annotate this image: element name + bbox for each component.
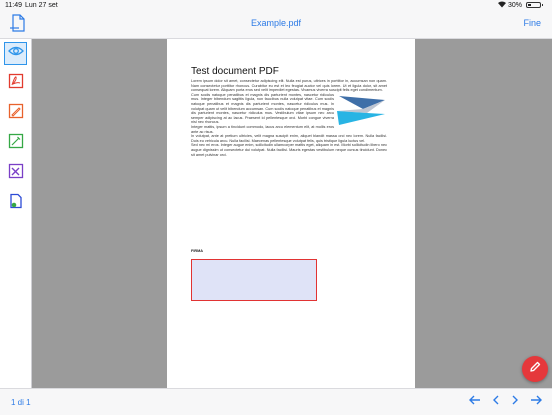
pdf-icon bbox=[8, 73, 24, 94]
pen-icon bbox=[8, 133, 24, 154]
document-heading: Test document PDF bbox=[191, 66, 279, 77]
first-page-button[interactable] bbox=[467, 393, 483, 409]
previous-page-button[interactable] bbox=[488, 393, 504, 409]
pdf-page[interactable]: Test document PDF Lorem ipsum dolor sit … bbox=[167, 39, 415, 388]
edit-fab-button[interactable] bbox=[522, 356, 548, 382]
paragraph: Lorem ipsum dolor sit amet, consectetur … bbox=[191, 79, 387, 93]
arrow-last-icon bbox=[531, 395, 542, 405]
document-title: Example.pdf bbox=[250, 18, 302, 28]
tool-sidebar bbox=[0, 39, 32, 388]
eye-icon bbox=[7, 43, 24, 64]
chevron-left-icon bbox=[493, 395, 499, 405]
page-indicator: 1 di 1 bbox=[11, 398, 31, 407]
document-body: Lorem ipsum dolor sit amet, consectetur … bbox=[191, 79, 387, 157]
next-page-button[interactable] bbox=[507, 393, 523, 409]
edit-tool-button[interactable] bbox=[4, 132, 27, 155]
paragraph: In volutpat, ante at pretium ultricies, … bbox=[191, 134, 387, 143]
arrow-logo-image bbox=[337, 95, 385, 125]
view-tool-button[interactable] bbox=[4, 42, 27, 65]
wifi-icon bbox=[497, 0, 507, 10]
battery-icon bbox=[526, 2, 543, 8]
chevron-right-icon bbox=[512, 395, 518, 405]
wrench-icon bbox=[8, 163, 24, 184]
tools-tool-button[interactable] bbox=[4, 162, 27, 185]
done-button[interactable]: Fine bbox=[523, 18, 541, 28]
signature-label: FIRMA bbox=[191, 249, 204, 253]
status-date: Lun 27 set bbox=[25, 2, 58, 9]
pencil-square-icon bbox=[8, 103, 24, 124]
annotate-tool-button[interactable] bbox=[4, 102, 27, 125]
paragraph: Sed nec mi eros. Integer augue enim, sol… bbox=[191, 143, 387, 157]
document-tool-button[interactable] bbox=[4, 192, 27, 215]
navigation-bar: Example.pdf Fine bbox=[0, 10, 552, 39]
last-page-button[interactable] bbox=[528, 393, 544, 409]
bottom-bar: 1 di 1 bbox=[0, 388, 552, 415]
document-check-icon bbox=[8, 193, 24, 214]
status-time: 11:49 bbox=[5, 2, 22, 9]
pdf-tool-button[interactable] bbox=[4, 72, 27, 95]
battery-percent: 30% bbox=[508, 2, 523, 9]
arrow-first-icon bbox=[469, 395, 480, 405]
document-viewer[interactable]: Test document PDF Lorem ipsum dolor sit … bbox=[32, 39, 552, 388]
status-bar: 11:49 Lun 27 set 30% bbox=[0, 0, 552, 10]
pencil-icon bbox=[529, 360, 541, 378]
signature-field[interactable] bbox=[191, 259, 317, 301]
